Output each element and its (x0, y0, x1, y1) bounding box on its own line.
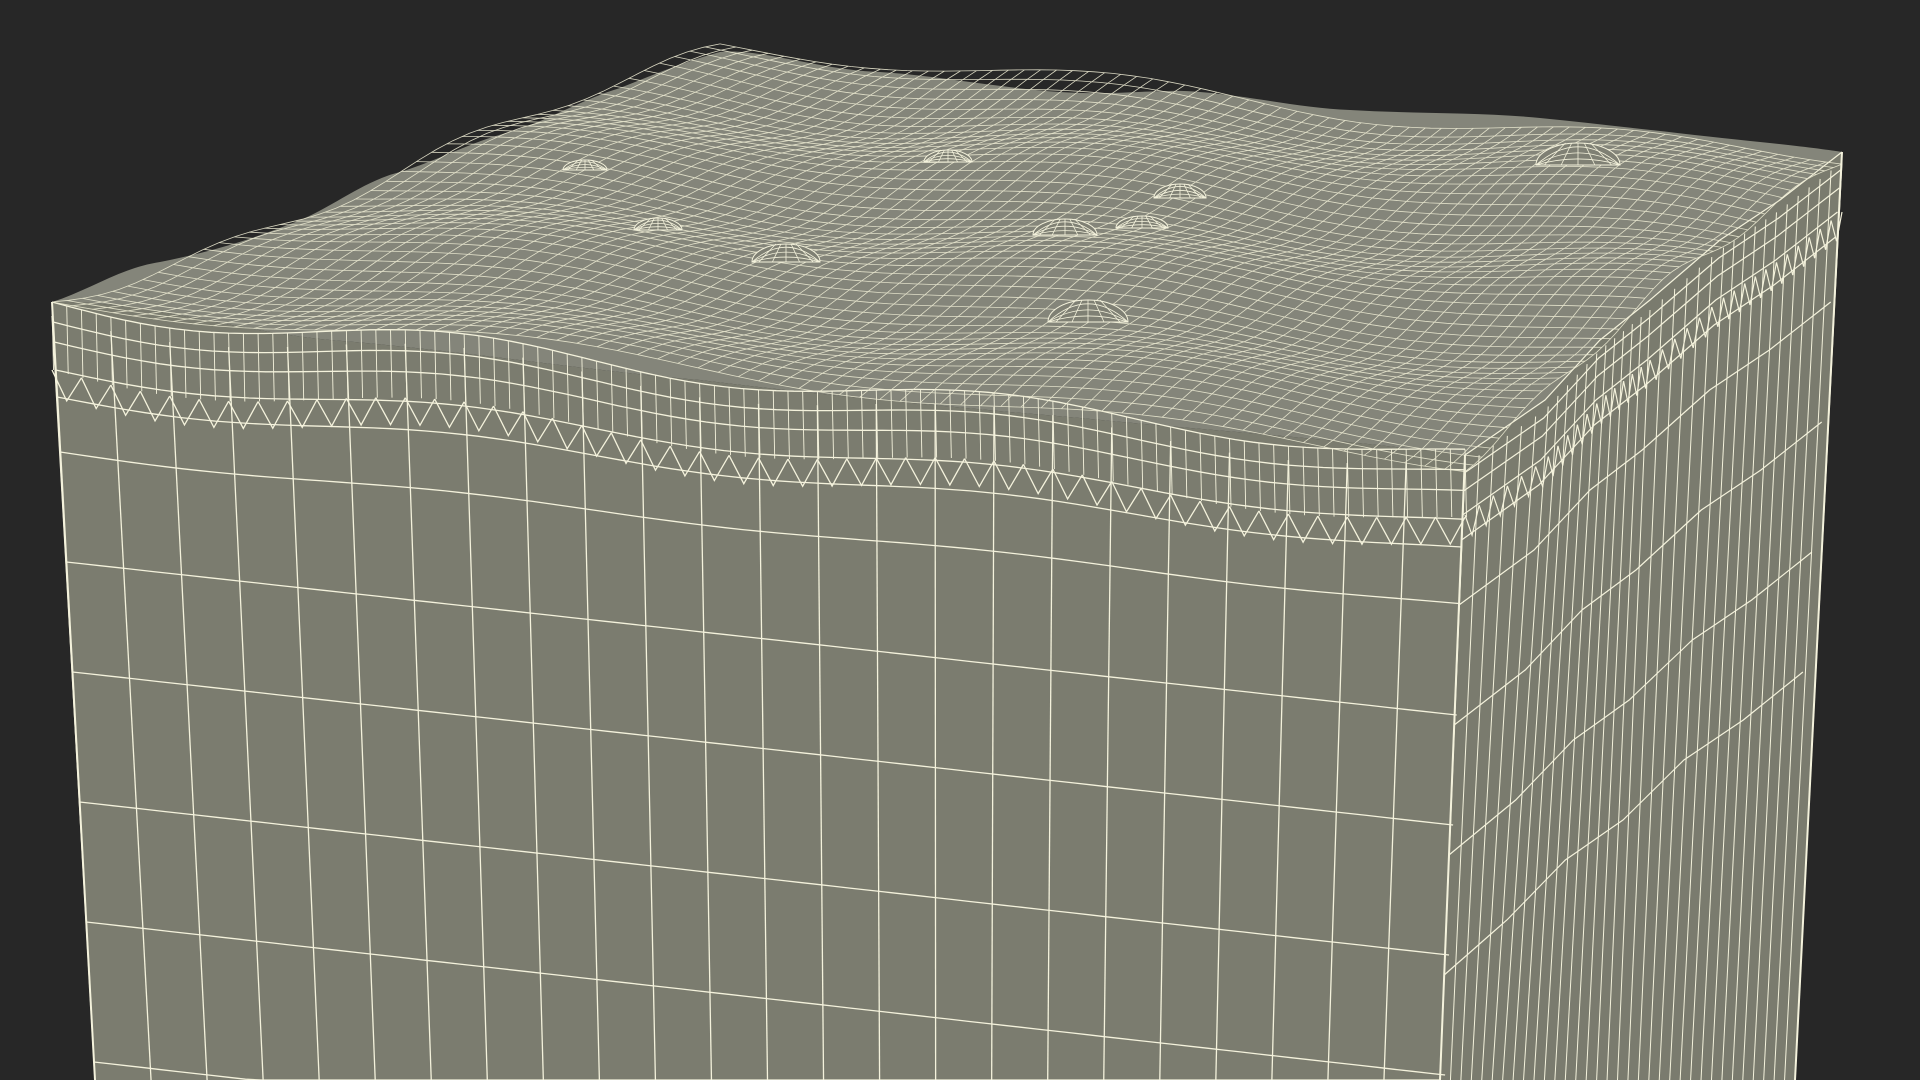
wireframe-render-viewport (0, 0, 1920, 1080)
wire-line (934, 403, 937, 1080)
